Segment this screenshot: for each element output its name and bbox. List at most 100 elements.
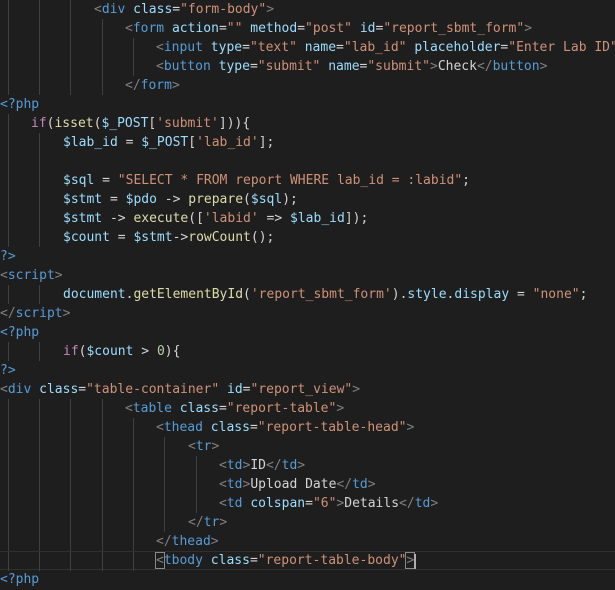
code-text: document.getElementById('report_sbmt_for…	[63, 285, 587, 304]
code-token: </	[188, 515, 204, 530]
code-token: ;	[579, 287, 588, 302]
code-token: tr	[203, 515, 220, 530]
indent-guide	[8, 418, 9, 437]
code-text: $stmt = $pdo -> prepare($sql);	[63, 190, 298, 209]
code-line[interactable]: <?php	[0, 323, 615, 342]
code-text: $lab_id = $_POST['lab_id'];	[63, 133, 274, 152]
code-line[interactable]	[0, 152, 615, 171]
indent-guide	[133, 475, 134, 494]
code-line[interactable]: $sql = "SELECT * FROM report WHERE lab_i…	[0, 171, 615, 190]
code-token: "form-body"	[180, 2, 267, 17]
code-token: </	[476, 59, 493, 74]
code-line[interactable]: <td colspan="6">Details</td>	[0, 494, 615, 513]
code-token: prepare	[188, 192, 244, 207]
code-token: form	[132, 21, 165, 36]
code-token: "6"	[312, 496, 337, 511]
code-line[interactable]: $count = $stmt->rowCount();	[0, 228, 615, 247]
indent-guide	[164, 494, 165, 513]
code-token: >	[171, 78, 180, 93]
code-token: name	[304, 40, 337, 55]
code-line[interactable]: document.getElementById('report_sbmt_for…	[0, 285, 615, 304]
code-token: tbody	[163, 553, 203, 568]
code-token: >	[54, 268, 63, 283]
indent-guide	[39, 152, 40, 171]
indent-guide	[70, 475, 71, 494]
indent-guide	[39, 342, 40, 361]
code-token: <?php	[0, 572, 40, 587]
indent-guide	[8, 342, 9, 361]
code-token: type	[218, 59, 250, 74]
code-line[interactable]: $stmt -> execute(['labid' => $lab_id]);	[0, 209, 615, 228]
code-line[interactable]: </script>	[0, 304, 615, 323]
code-token: =	[218, 401, 227, 416]
code-token: <?php	[0, 97, 40, 112]
code-line[interactable]: if($count > 0){	[0, 342, 615, 361]
indent-guide	[8, 475, 9, 494]
code-token: "report-table-head"	[257, 420, 407, 435]
indent-guide	[8, 437, 9, 456]
code-line[interactable]: <tr>	[0, 437, 615, 456]
code-token: $pdo	[125, 192, 157, 207]
indent-guide	[70, 494, 71, 513]
code-line[interactable]: <form action="" method="post" id="report…	[0, 19, 615, 38]
code-line[interactable]: <td>Upload Date</td>	[0, 475, 615, 494]
code-line[interactable]: <div class="form-body">	[0, 0, 615, 19]
indent-guide	[70, 0, 71, 19]
code-token: "report-table"	[226, 401, 337, 416]
code-line[interactable]: </thead>	[0, 532, 615, 551]
code-token: >	[133, 344, 157, 359]
code-token: >	[219, 515, 228, 530]
code-token: Upload Date	[250, 477, 337, 492]
code-token: >	[524, 21, 533, 36]
code-token: "Enter Lab ID"	[508, 40, 615, 55]
code-token: "none"	[532, 287, 580, 302]
indent-guide	[39, 190, 40, 209]
indent-guide	[8, 57, 9, 76]
code-token: <	[219, 458, 227, 473]
code-token: <	[155, 552, 165, 569]
code-line[interactable]: <?php	[0, 570, 615, 589]
code-line[interactable]: <?php	[0, 95, 615, 114]
indent-guide	[70, 38, 71, 57]
text-cursor	[414, 554, 416, 569]
code-token: $sql	[63, 173, 95, 188]
code-token: class	[210, 553, 250, 568]
indent-guide	[8, 456, 9, 475]
code-line[interactable]: <td>ID</td>	[0, 456, 615, 475]
code-line[interactable]: <button type="submit" name="submit">Chec…	[0, 57, 615, 76]
code-line[interactable]: ?>	[0, 247, 615, 266]
code-token: class	[210, 420, 250, 435]
code-line[interactable]: </tr>	[0, 513, 615, 532]
indent-guide	[102, 456, 103, 475]
code-token: >	[62, 306, 71, 321]
code-text: <?php	[0, 95, 39, 114]
code-text: <td>Upload Date</td>	[219, 475, 376, 494]
code-token: );	[282, 192, 298, 207]
code-line[interactable]: </form>	[0, 76, 615, 95]
code-editor[interactable]: <div class="form-body"> <form action="" m…	[0, 0, 615, 590]
code-line-current[interactable]: <tbody class="report-table-body">	[0, 551, 615, 571]
code-line[interactable]: $lab_id = $_POST['lab_id'];	[0, 133, 615, 152]
code-text: <input type="text" name="lab_id" placeho…	[156, 38, 615, 57]
code-token: $_POST	[141, 135, 189, 150]
code-token: ?>	[0, 363, 16, 378]
code-token: (	[243, 287, 251, 302]
code-token: $stmt	[63, 192, 103, 207]
code-line[interactable]: <table class="report-table">	[0, 399, 615, 418]
code-text: <?php	[0, 570, 39, 589]
code-line[interactable]: <div class="table-container" id="report_…	[0, 380, 615, 399]
code-token: 0	[156, 344, 165, 359]
code-line[interactable]: ?>	[0, 361, 615, 380]
code-line[interactable]: <input type="text" name="lab_id" placeho…	[0, 38, 615, 57]
code-line[interactable]: $stmt = $pdo -> prepare($sql);	[0, 190, 615, 209]
code-line[interactable]: if(isset($_POST['submit'])){	[0, 114, 615, 133]
code-text: ?>	[0, 361, 16, 380]
indent-guide	[8, 38, 9, 57]
code-line[interactable]: <thead class="report-table-head">	[0, 418, 615, 437]
indent-guide	[70, 399, 71, 418]
code-line[interactable]: <script>	[0, 266, 615, 285]
code-text: <script>	[0, 266, 63, 285]
indent-guide	[196, 475, 197, 494]
